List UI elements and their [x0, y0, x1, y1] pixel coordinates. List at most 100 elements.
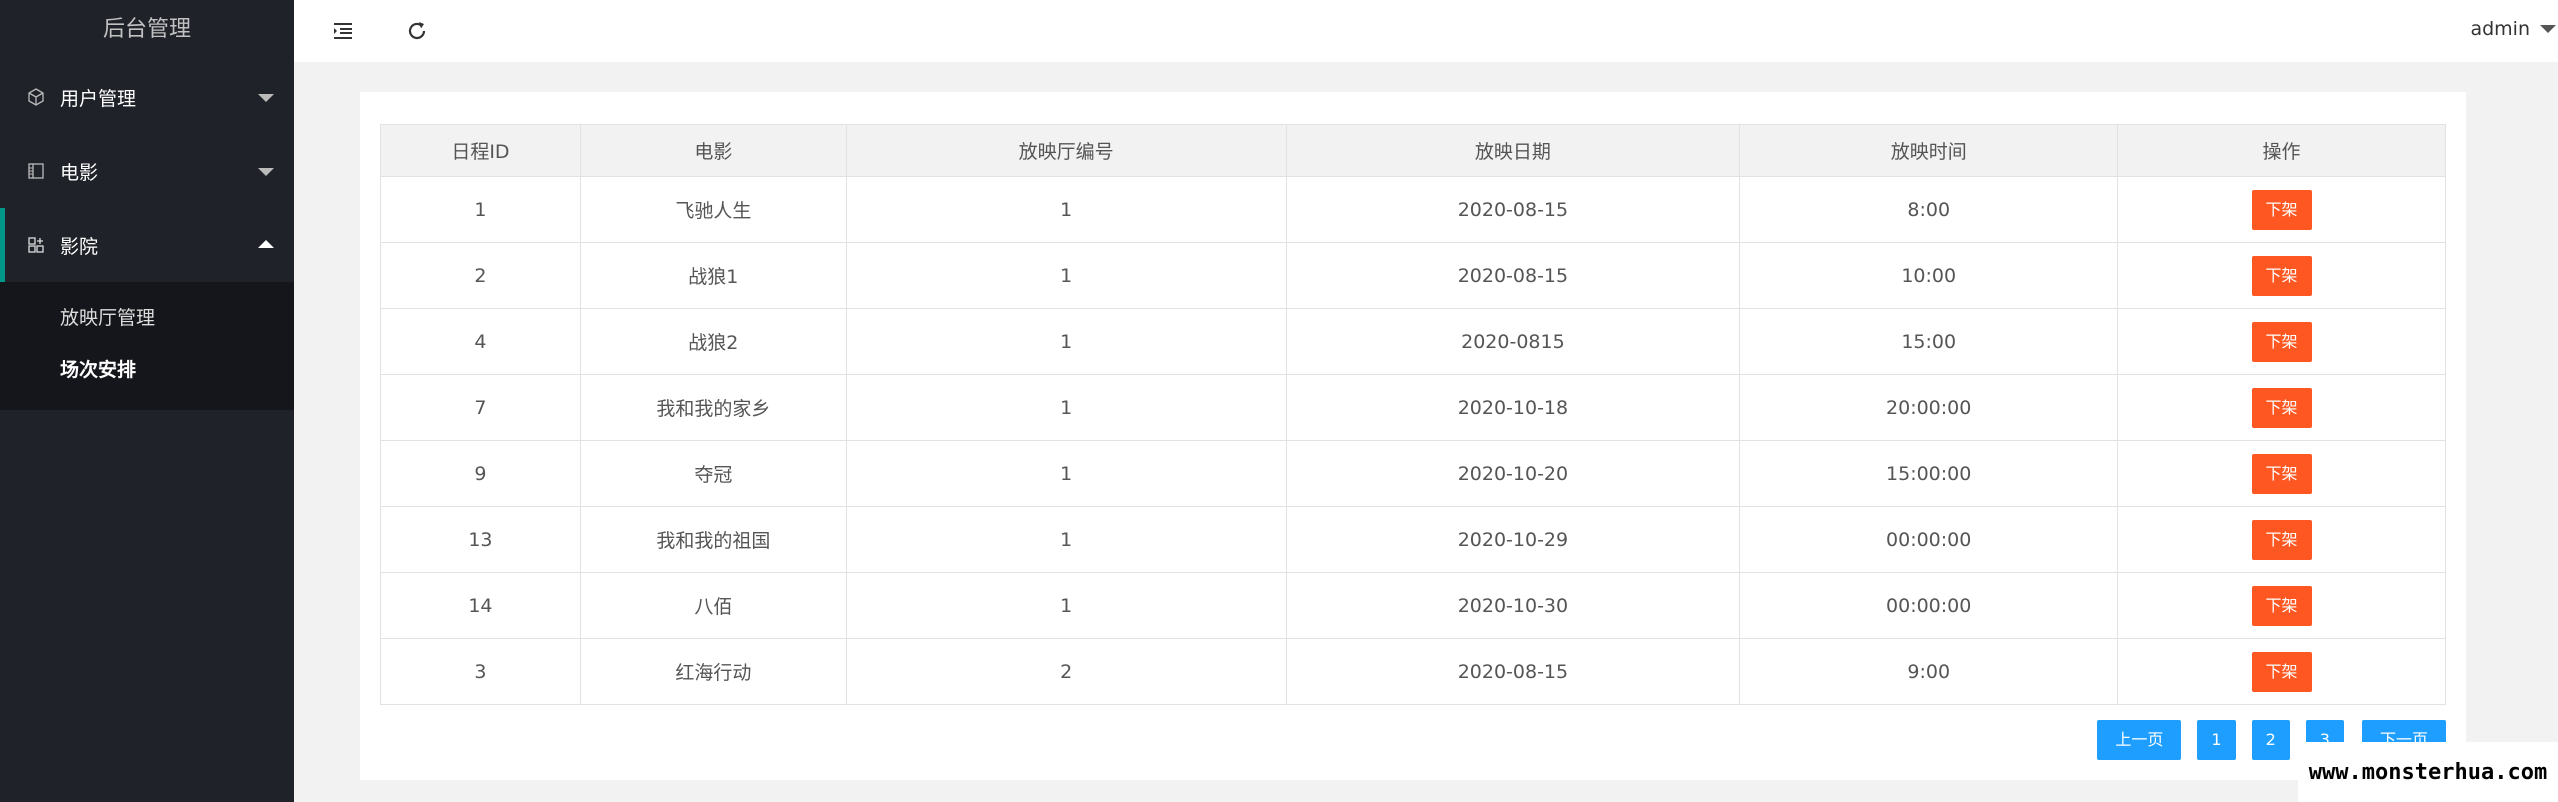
cell-movie: 我和我的家乡 — [579, 374, 847, 441]
cell-movie: 八佰 — [579, 572, 847, 639]
schedule-card: 日程ID 电影 放映厅编号 放映日期 放映时间 操作 1 飞驰人生 1 2020… — [360, 92, 2466, 780]
table-row: 9 夺冠 1 2020-10-20 15:00:00 下架 — [380, 440, 2446, 507]
cell-date: 2020-08-15 — [1285, 176, 1741, 243]
take-down-button[interactable]: 下架 — [2251, 321, 2312, 362]
cell-hall: 1 — [845, 308, 1287, 375]
cell-id: 1 — [380, 176, 581, 243]
cell-id: 3 — [380, 638, 581, 705]
cell-date: 2020-10-18 — [1285, 374, 1741, 441]
cell-action: 下架 — [2117, 308, 2446, 375]
cell-movie: 夺冠 — [579, 440, 847, 507]
cell-id: 9 — [380, 440, 581, 507]
cell-id: 2 — [380, 242, 581, 309]
chevron-up-icon — [258, 240, 274, 248]
sidebar-item-label: 电影 — [60, 161, 99, 184]
sidebar: 后台管理 用户管理 电影 影院 放映厅管理 场次安排 — [0, 0, 294, 802]
table-row: 3 红海行动 2 2020-08-15 9:00 下架 — [380, 638, 2446, 705]
take-down-button[interactable]: 下架 — [2251, 651, 2312, 692]
cell-action: 下架 — [2117, 374, 2446, 441]
cell-date: 2020-10-20 — [1285, 440, 1741, 507]
table-row: 4 战狼2 1 2020-0815 15:00 下架 — [380, 308, 2446, 375]
watermark: www.monsterhua.com — [2298, 742, 2558, 802]
cell-hall: 1 — [845, 440, 1287, 507]
col-header-movie: 电影 — [579, 124, 847, 177]
cell-id: 4 — [380, 308, 581, 375]
schedule-table: 日程ID 电影 放映厅编号 放映日期 放映时间 操作 1 飞驰人生 1 2020… — [380, 124, 2446, 705]
cell-time: 10:00 — [1739, 242, 2119, 309]
indent-icon — [334, 23, 352, 39]
cell-time: 20:00:00 — [1739, 374, 2119, 441]
prev-page-button[interactable]: 上一页 — [2097, 720, 2182, 760]
take-down-button[interactable]: 下架 — [2251, 255, 2312, 296]
cell-date: 2020-10-29 — [1285, 506, 1741, 573]
table-row: 2 战狼1 1 2020-08-15 10:00 下架 — [380, 242, 2446, 309]
cell-time: 00:00:00 — [1739, 506, 2119, 573]
cell-time: 15:00 — [1739, 308, 2119, 375]
col-header-hall: 放映厅编号 — [845, 124, 1287, 177]
take-down-button[interactable]: 下架 — [2251, 387, 2312, 428]
username: admin — [2470, 18, 2530, 40]
cell-action: 下架 — [2117, 440, 2446, 507]
cell-hall: 2 — [845, 638, 1287, 705]
sidebar-item-movies[interactable]: 电影 — [0, 134, 294, 208]
top-header: admin — [294, 0, 2558, 62]
refresh-icon — [408, 22, 426, 40]
table-row: 14 八佰 1 2020-10-30 00:00:00 下架 — [380, 572, 2446, 639]
cell-movie: 我和我的祖国 — [579, 506, 847, 573]
apps-icon — [26, 235, 46, 255]
cell-hall: 1 — [845, 506, 1287, 573]
table-row: 1 飞驰人生 1 2020-08-15 8:00 下架 — [380, 176, 2446, 243]
cell-action: 下架 — [2117, 506, 2446, 573]
user-menu[interactable]: admin — [2470, 18, 2556, 40]
take-down-button[interactable]: 下架 — [2251, 453, 2312, 494]
take-down-button[interactable]: 下架 — [2251, 585, 2312, 626]
cell-hall: 1 — [845, 242, 1287, 309]
cell-date: 2020-0815 — [1285, 308, 1741, 375]
table-row: 7 我和我的家乡 1 2020-10-18 20:00:00 下架 — [380, 374, 2446, 441]
submenu-item-schedule[interactable]: 场次安排 — [0, 344, 294, 396]
col-header-action: 操作 — [2117, 124, 2446, 177]
take-down-button[interactable]: 下架 — [2251, 519, 2312, 560]
cell-time: 8:00 — [1739, 176, 2119, 243]
caret-down-icon — [2540, 25, 2556, 33]
sidebar-item-user-management[interactable]: 用户管理 — [0, 60, 294, 134]
cell-time: 15:00:00 — [1739, 440, 2119, 507]
cell-movie: 战狼2 — [579, 308, 847, 375]
cell-action: 下架 — [2117, 242, 2446, 309]
table-row: 13 我和我的祖国 1 2020-10-29 00:00:00 下架 — [380, 506, 2446, 573]
cinema-submenu: 放映厅管理 场次安排 — [0, 282, 294, 410]
cell-action: 下架 — [2117, 572, 2446, 639]
cell-date: 2020-10-30 — [1285, 572, 1741, 639]
page-button-1[interactable]: 1 — [2197, 720, 2236, 760]
film-icon — [26, 161, 46, 181]
cube-icon — [26, 87, 46, 107]
cell-date: 2020-08-15 — [1285, 638, 1741, 705]
chevron-down-icon — [258, 168, 274, 176]
cell-hall: 1 — [845, 572, 1287, 639]
cell-date: 2020-08-15 — [1285, 242, 1741, 309]
chevron-down-icon — [258, 94, 274, 102]
col-header-time: 放映时间 — [1739, 124, 2119, 177]
take-down-button[interactable]: 下架 — [2251, 189, 2312, 230]
cell-action: 下架 — [2117, 176, 2446, 243]
cell-hall: 1 — [845, 176, 1287, 243]
table-header-row: 日程ID 电影 放映厅编号 放映日期 放映时间 操作 — [380, 124, 2446, 177]
cell-hall: 1 — [845, 374, 1287, 441]
sidebar-item-cinema[interactable]: 影院 — [0, 208, 294, 282]
cell-movie: 红海行动 — [579, 638, 847, 705]
cell-time: 9:00 — [1739, 638, 2119, 705]
cell-id: 13 — [380, 506, 581, 573]
col-header-id: 日程ID — [380, 124, 581, 177]
cell-movie: 战狼1 — [579, 242, 847, 309]
app-title: 后台管理 — [0, 0, 294, 60]
refresh-button[interactable] — [402, 16, 432, 46]
cell-id: 14 — [380, 572, 581, 639]
sidebar-item-label: 用户管理 — [60, 87, 137, 110]
sidebar-item-label: 影院 — [60, 235, 99, 258]
page-button-2[interactable]: 2 — [2251, 720, 2290, 760]
cell-time: 00:00:00 — [1739, 572, 2119, 639]
collapse-menu-button[interactable] — [328, 16, 358, 46]
submenu-item-hall-management[interactable]: 放映厅管理 — [0, 292, 294, 344]
col-header-date: 放映日期 — [1285, 124, 1741, 177]
cell-movie: 飞驰人生 — [579, 176, 847, 243]
